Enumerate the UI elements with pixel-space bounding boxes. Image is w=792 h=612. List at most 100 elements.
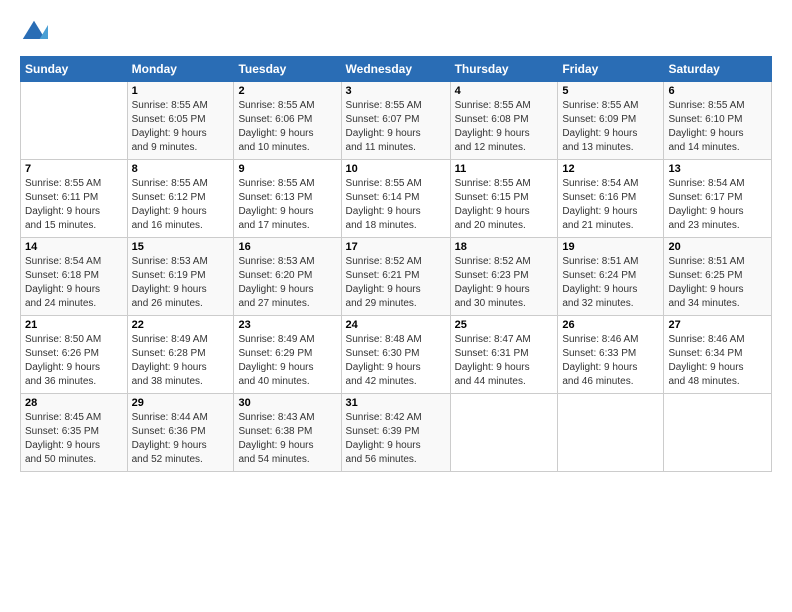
calendar-cell: 10 Sunrise: 8:55 AM Sunset: 6:14 PM Dayli… [341,160,450,238]
day-number: 6 [668,85,767,97]
calendar-cell: 20Sunrise: 8:51 AM Sunset: 6:25 PM Dayli… [664,238,772,316]
day-number: 18 [455,241,554,253]
calendar-cell [558,394,664,472]
day-info: Sunrise: 8:55 AM Sunset: 6:12 PM Dayligh… [132,177,230,233]
day-number: 25 [455,319,554,331]
calendar-cell: 31 Sunrise: 8:42 AM Sunset: 6:39 PM Dayli… [341,394,450,472]
calendar-cell: 29Sunrise: 8:44 AM Sunset: 6:36 PM Dayli… [127,394,234,472]
day-info: Sunrise: 8:55 AM Sunset: 6:15 PM Dayligh… [455,177,554,233]
weekday-header-wednesday: Wednesday [341,57,450,82]
calendar-cell [450,394,558,472]
day-info: Sunrise: 8:55 AM Sunset: 6:05 PM Dayligh… [132,99,230,155]
calendar-cell: 13 Sunrise: 8:54 AM Sunset: 6:17 PM Dayli… [664,160,772,238]
day-info: Sunrise: 8:55 AM Sunset: 6:09 PM Dayligh… [562,99,659,155]
calendar-table: SundayMondayTuesdayWednesdayThursdayFrid… [20,56,772,472]
day-info: Sunrise: 8:48 AM Sunset: 6:30 PM Dayligh… [346,333,446,389]
weekday-header-friday: Friday [558,57,664,82]
calendar-cell: 8Sunrise: 8:55 AM Sunset: 6:12 PM Daylig… [127,160,234,238]
day-info: Sunrise: 8:49 AM Sunset: 6:29 PM Dayligh… [238,333,336,389]
day-info: Sunrise: 8:55 AM Sunset: 6:13 PM Dayligh… [238,177,336,233]
day-info: Sunrise: 8:46 AM Sunset: 6:33 PM Dayligh… [562,333,659,389]
calendar-cell: 28 Sunrise: 8:45 AM Sunset: 6:35 PM Dayli… [21,394,128,472]
day-info: Sunrise: 8:55 AM Sunset: 6:14 PM Dayligh… [346,177,446,233]
calendar-cell: 9 Sunrise: 8:55 AM Sunset: 6:13 PM Daylig… [234,160,341,238]
day-number: 14 [25,241,123,253]
calendar-week-3: 14 Sunrise: 8:54 AM Sunset: 6:18 PM Dayli… [21,238,772,316]
day-number: 13 [668,163,767,175]
day-number: 20 [668,241,767,253]
day-info: Sunrise: 8:53 AM Sunset: 6:20 PM Dayligh… [238,255,336,311]
day-info: Sunrise: 8:54 AM Sunset: 6:18 PM Dayligh… [25,255,123,311]
day-number: 3 [346,85,446,97]
calendar-cell: 27 Sunrise: 8:46 AM Sunset: 6:34 PM Dayli… [664,316,772,394]
calendar-cell: 24 Sunrise: 8:48 AM Sunset: 6:30 PM Dayli… [341,316,450,394]
calendar-cell: 7Sunrise: 8:55 AM Sunset: 6:11 PM Daylig… [21,160,128,238]
day-number: 21 [25,319,123,331]
day-number: 16 [238,241,336,253]
day-info: Sunrise: 8:49 AM Sunset: 6:28 PM Dayligh… [132,333,230,389]
calendar-week-1: 1Sunrise: 8:55 AM Sunset: 6:05 PM Daylig… [21,82,772,160]
day-info: Sunrise: 8:55 AM Sunset: 6:08 PM Dayligh… [455,99,554,155]
day-number: 9 [238,163,336,175]
day-info: Sunrise: 8:53 AM Sunset: 6:19 PM Dayligh… [132,255,230,311]
day-number: 31 [346,397,446,409]
calendar-cell: 15 Sunrise: 8:53 AM Sunset: 6:19 PM Dayli… [127,238,234,316]
weekday-header-monday: Monday [127,57,234,82]
weekday-header-thursday: Thursday [450,57,558,82]
calendar-cell: 14 Sunrise: 8:54 AM Sunset: 6:18 PM Dayli… [21,238,128,316]
calendar-cell: 4 Sunrise: 8:55 AM Sunset: 6:08 PM Daylig… [450,82,558,160]
day-info: Sunrise: 8:43 AM Sunset: 6:38 PM Dayligh… [238,411,336,467]
page: SundayMondayTuesdayWednesdayThursdayFrid… [0,0,792,482]
day-number: 28 [25,397,123,409]
calendar-week-4: 21 Sunrise: 8:50 AM Sunset: 6:26 PM Dayli… [21,316,772,394]
header [20,18,772,46]
weekday-header-row: SundayMondayTuesdayWednesdayThursdayFrid… [21,57,772,82]
day-number: 27 [668,319,767,331]
weekday-header-saturday: Saturday [664,57,772,82]
day-number: 29 [132,397,230,409]
calendar-cell: 19Sunrise: 8:51 AM Sunset: 6:24 PM Dayli… [558,238,664,316]
logo-icon [20,18,48,46]
calendar-cell: 11Sunrise: 8:55 AM Sunset: 6:15 PM Dayli… [450,160,558,238]
day-number: 4 [455,85,554,97]
calendar-cell [664,394,772,472]
day-info: Sunrise: 8:52 AM Sunset: 6:21 PM Dayligh… [346,255,446,311]
calendar-cell: 21 Sunrise: 8:50 AM Sunset: 6:26 PM Dayli… [21,316,128,394]
calendar-cell: 1Sunrise: 8:55 AM Sunset: 6:05 PM Daylig… [127,82,234,160]
calendar-cell: 23 Sunrise: 8:49 AM Sunset: 6:29 PM Dayli… [234,316,341,394]
day-number: 10 [346,163,446,175]
calendar-cell: 18 Sunrise: 8:52 AM Sunset: 6:23 PM Dayli… [450,238,558,316]
calendar-cell: 25 Sunrise: 8:47 AM Sunset: 6:31 PM Dayli… [450,316,558,394]
day-number: 7 [25,163,123,175]
calendar-cell: 5 Sunrise: 8:55 AM Sunset: 6:09 PM Daylig… [558,82,664,160]
day-info: Sunrise: 8:45 AM Sunset: 6:35 PM Dayligh… [25,411,123,467]
calendar-cell: 6Sunrise: 8:55 AM Sunset: 6:10 PM Daylig… [664,82,772,160]
day-info: Sunrise: 8:50 AM Sunset: 6:26 PM Dayligh… [25,333,123,389]
day-info: Sunrise: 8:42 AM Sunset: 6:39 PM Dayligh… [346,411,446,467]
day-number: 30 [238,397,336,409]
calendar-cell: 22 Sunrise: 8:49 AM Sunset: 6:28 PM Dayli… [127,316,234,394]
calendar-cell: 2Sunrise: 8:55 AM Sunset: 6:06 PM Daylig… [234,82,341,160]
day-number: 22 [132,319,230,331]
day-number: 12 [562,163,659,175]
day-info: Sunrise: 8:55 AM Sunset: 6:06 PM Dayligh… [238,99,336,155]
weekday-header-sunday: Sunday [21,57,128,82]
day-info: Sunrise: 8:47 AM Sunset: 6:31 PM Dayligh… [455,333,554,389]
day-info: Sunrise: 8:46 AM Sunset: 6:34 PM Dayligh… [668,333,767,389]
calendar-week-5: 28 Sunrise: 8:45 AM Sunset: 6:35 PM Dayli… [21,394,772,472]
day-number: 5 [562,85,659,97]
day-info: Sunrise: 8:54 AM Sunset: 6:16 PM Dayligh… [562,177,659,233]
day-number: 17 [346,241,446,253]
day-info: Sunrise: 8:51 AM Sunset: 6:24 PM Dayligh… [562,255,659,311]
day-info: Sunrise: 8:52 AM Sunset: 6:23 PM Dayligh… [455,255,554,311]
day-number: 24 [346,319,446,331]
calendar-cell: 12 Sunrise: 8:54 AM Sunset: 6:16 PM Dayli… [558,160,664,238]
calendar-week-2: 7Sunrise: 8:55 AM Sunset: 6:11 PM Daylig… [21,160,772,238]
calendar-cell: 26Sunrise: 8:46 AM Sunset: 6:33 PM Dayli… [558,316,664,394]
calendar-cell [21,82,128,160]
day-info: Sunrise: 8:54 AM Sunset: 6:17 PM Dayligh… [668,177,767,233]
calendar-cell: 3Sunrise: 8:55 AM Sunset: 6:07 PM Daylig… [341,82,450,160]
day-number: 23 [238,319,336,331]
calendar-cell: 17 Sunrise: 8:52 AM Sunset: 6:21 PM Dayli… [341,238,450,316]
day-number: 15 [132,241,230,253]
